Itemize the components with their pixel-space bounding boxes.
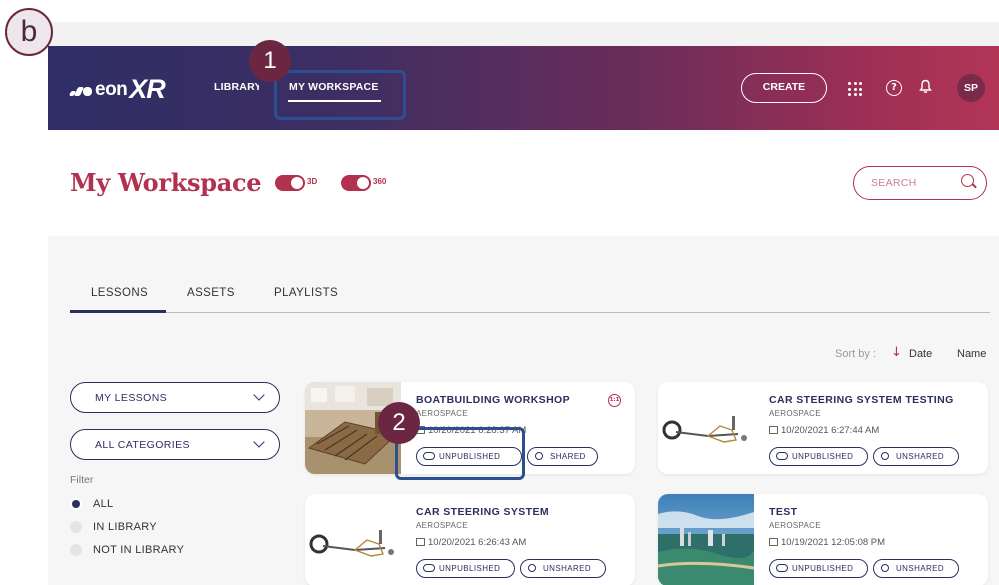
- publish-status-button[interactable]: UNPUBLISHED: [769, 559, 868, 578]
- lesson-thumbnail: [658, 382, 754, 474]
- step-1-badge: 1: [249, 40, 291, 82]
- lesson-name: TEST: [769, 506, 798, 518]
- sort-option-date[interactable]: Date: [909, 348, 932, 360]
- lesson-thumbnail: [658, 494, 755, 585]
- step-2-badge: 2: [378, 402, 420, 444]
- share-icon: [881, 451, 889, 460]
- search-icon[interactable]: [961, 174, 974, 187]
- lesson-category: AEROSPACE: [416, 521, 468, 530]
- lesson-date: 10/20/2021 6:26:43 AM: [416, 537, 526, 548]
- calendar-icon: [769, 538, 778, 546]
- category-dropdown[interactable]: ALL CATEGORIES: [70, 429, 280, 460]
- cloud-icon: [423, 564, 435, 572]
- lessons-owner-dropdown[interactable]: MY LESSONS: [70, 382, 280, 413]
- chevron-down-icon: [253, 389, 265, 401]
- toggle-3d-label: 3D: [307, 177, 318, 186]
- logo-text: eon: [95, 78, 128, 100]
- tab-active-indicator: [70, 310, 166, 313]
- calendar-icon: [416, 538, 425, 546]
- lesson-category: AEROSPACE: [416, 409, 468, 418]
- search-input[interactable]: SEARCH: [853, 166, 987, 200]
- filter-title: Filter: [70, 474, 94, 486]
- page-title: My Workspace: [70, 168, 262, 197]
- title-band: My Workspace 3D 360 SEARCH: [48, 130, 999, 236]
- tab-assets[interactable]: ASSETS: [187, 287, 235, 299]
- eonxr-logo[interactable]: eon XR: [68, 74, 166, 105]
- lesson-name: CAR STEERING SYSTEM: [416, 506, 550, 518]
- filter-in-library-label[interactable]: IN LIBRARY: [93, 521, 157, 533]
- sort-by-label: Sort by :: [835, 348, 876, 360]
- chevron-down-icon: [253, 436, 265, 448]
- search-placeholder: SEARCH: [871, 177, 917, 189]
- toggle-3d[interactable]: [275, 175, 305, 191]
- main-content: LESSONS ASSETS PLAYLISTS Sort by : ↓ Dat…: [48, 236, 999, 585]
- lesson-name: CAR STEERING SYSTEM TESTING: [769, 394, 954, 406]
- lesson-date: 10/19/2021 12:05:08 PM: [769, 537, 885, 548]
- help-icon[interactable]: ?: [886, 80, 902, 96]
- publish-status-button[interactable]: UNPUBLISHED: [416, 559, 515, 578]
- step-1-highlight-box: [274, 70, 406, 120]
- share-status-button[interactable]: UNSHARED: [873, 447, 959, 466]
- filter-all-radio[interactable]: [70, 498, 82, 510]
- calendar-icon: [769, 426, 778, 434]
- lesson-category: AEROSPACE: [769, 521, 821, 530]
- lesson-card[interactable]: CAR STEERING SYSTEM AEROSPACE 10/20/2021…: [305, 494, 635, 585]
- share-status-button[interactable]: UNSHARED: [873, 559, 959, 578]
- toggle-360[interactable]: [341, 175, 371, 191]
- share-status-button[interactable]: SHARED: [527, 447, 598, 466]
- share-icon: [881, 563, 889, 572]
- top-nav-bar: eon XR LIBRARY MY WORKSPACE CREATE ? SP: [48, 46, 999, 130]
- tab-playlists[interactable]: PLAYLISTS: [274, 287, 338, 299]
- tab-lessons[interactable]: LESSONS: [91, 287, 148, 299]
- share-icon: [528, 563, 536, 572]
- dropdown-label: MY LESSONS: [95, 392, 168, 404]
- logo-xr: XR: [129, 74, 166, 104]
- toggle-360-label: 360: [373, 177, 387, 186]
- apps-grid-icon[interactable]: [848, 82, 862, 96]
- lesson-card[interactable]: TEST AEROSPACE 10/19/2021 12:05:08 PM UN…: [658, 494, 988, 585]
- cloud-icon: [776, 564, 788, 572]
- filter-not-in-library-label[interactable]: NOT IN LIBRARY: [93, 544, 184, 556]
- sort-option-name[interactable]: Name: [957, 348, 986, 360]
- dropdown-label: ALL CATEGORIES: [95, 439, 190, 451]
- share-status-button[interactable]: UNSHARED: [520, 559, 606, 578]
- filter-all-label[interactable]: ALL: [93, 498, 113, 510]
- filter-not-in-library-radio[interactable]: [70, 544, 82, 556]
- lesson-card[interactable]: CAR STEERING SYSTEM TESTING AEROSPACE 10…: [658, 382, 988, 474]
- notification-bell-icon[interactable]: [919, 79, 932, 98]
- create-button[interactable]: CREATE: [741, 73, 827, 103]
- sort-direction-icon[interactable]: ↓: [891, 345, 902, 360]
- filter-in-library-radio[interactable]: [70, 521, 82, 533]
- tabs-divider: [70, 312, 990, 313]
- logo-mark-icon: [68, 83, 92, 97]
- step-b-badge: b: [5, 8, 53, 56]
- user-avatar[interactable]: SP: [957, 74, 985, 102]
- lesson-name: BOATBUILDING WORKSHOP: [416, 394, 571, 406]
- lesson-category: AEROSPACE: [769, 409, 821, 418]
- one-on-one-icon: 1:1: [608, 394, 621, 407]
- publish-status-button[interactable]: UNPUBLISHED: [769, 447, 868, 466]
- nav-library[interactable]: LIBRARY: [214, 81, 259, 93]
- lesson-date: 10/20/2021 6:27:44 AM: [769, 425, 879, 436]
- lesson-thumbnail: [305, 494, 401, 585]
- cloud-icon: [776, 452, 788, 460]
- share-icon: [535, 451, 543, 460]
- page: eon XR LIBRARY MY WORKSPACE CREATE ? SP …: [0, 0, 999, 585]
